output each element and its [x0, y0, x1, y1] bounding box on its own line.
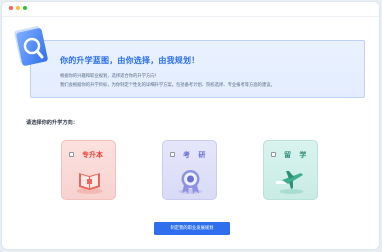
option-label: 留 学 — [284, 151, 310, 159]
maximize-window-button[interactable] — [23, 6, 27, 10]
close-window-button[interactable] — [9, 6, 13, 10]
window-titlebar — [2, 2, 379, 17]
minimize-window-button[interactable] — [16, 6, 20, 10]
document-search-icon — [14, 26, 48, 66]
banner-description-line-1: 根据你的兴趣和职业规划，选择适合你的升学方向！ — [60, 74, 159, 79]
banner-title: 你的升学蓝图，由你选择，由我规划！ — [60, 56, 200, 65]
option-label: 专升本 — [82, 151, 103, 159]
option-card-kaoyan[interactable]: 考 研 — [162, 140, 217, 200]
option-checkbox[interactable] — [170, 152, 175, 157]
airplane-icon — [276, 171, 304, 194]
create-plan-button[interactable]: 制定我的职业发展规划 — [154, 222, 230, 235]
option-label: 考 研 — [183, 151, 209, 159]
banner-description-line-2: 我们会根据你的升学目标，为你制定个性化的详细升学方案，包括备考计划、院校选择、专… — [60, 83, 275, 88]
option-card-zhuanshengben[interactable]: 专升本 — [61, 140, 116, 200]
option-checkbox[interactable] — [271, 152, 276, 157]
intro-banner — [30, 40, 365, 98]
direction-prompt-label: 请选择你的升学方向： — [26, 120, 78, 126]
book-icon — [76, 173, 103, 194]
option-checkbox[interactable] — [69, 152, 74, 157]
option-card-liuxue[interactable]: 留 学 — [263, 140, 318, 200]
medal-icon — [178, 170, 203, 194]
